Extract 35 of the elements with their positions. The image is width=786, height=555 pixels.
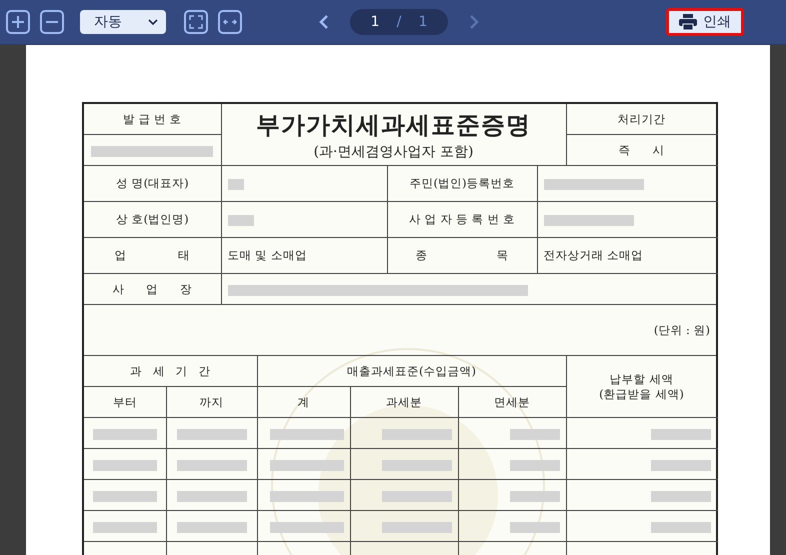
certificate-title: 부가가치세과세표준증명 (과·면세겸영사업자 포함) — [221, 103, 566, 166]
column-header: 납부할 세액 (환급받을 세액) — [566, 356, 717, 418]
print-button[interactable]: 인쇄 — [666, 8, 744, 36]
field-value: 전자상거래 소매업 — [537, 238, 717, 274]
issue-number-label: 발 급 번 호 — [83, 103, 221, 134]
field-value: 도매 및 소매업 — [221, 238, 387, 274]
field-label: 업 태 — [83, 238, 221, 274]
processing-period-value: 즉 시 — [566, 134, 717, 166]
field-label: 종 목 — [387, 238, 537, 274]
chevron-right-icon — [468, 14, 480, 30]
chevron-down-icon — [148, 19, 158, 25]
fit-page-button[interactable] — [184, 10, 208, 34]
expand-icon — [189, 15, 203, 29]
page-total: 1 — [418, 14, 428, 30]
column-header: 과 세 기 간 — [83, 356, 257, 386]
processing-period-label: 처리기간 — [566, 103, 717, 134]
column-header: 부터 — [83, 386, 166, 418]
field-label: 주민(법인)등록번호 — [387, 166, 537, 202]
chevron-left-icon — [318, 14, 330, 30]
field-label: 상 호(법인명) — [83, 202, 221, 238]
field-label: 사 업 자 등 록 번 호 — [387, 202, 537, 238]
field-label: 사 업 장 — [83, 274, 221, 304]
zoom-select[interactable]: 자동 — [80, 10, 166, 34]
column-header: 매출과세표준(수입금액) — [257, 356, 566, 386]
column-header: 과세분 — [350, 386, 458, 418]
page-separator: / — [396, 14, 402, 30]
zoom-in-button[interactable] — [6, 10, 30, 34]
field-label: 성 명(대표자) — [83, 166, 221, 202]
page-number-field[interactable]: 1 — [370, 14, 380, 30]
fit-width-button[interactable] — [218, 10, 242, 34]
column-header: 계 — [257, 386, 350, 418]
zoom-out-button[interactable] — [40, 10, 64, 34]
printer-icon — [679, 14, 697, 30]
plus-icon — [11, 15, 25, 29]
column-header: 까지 — [166, 386, 257, 418]
